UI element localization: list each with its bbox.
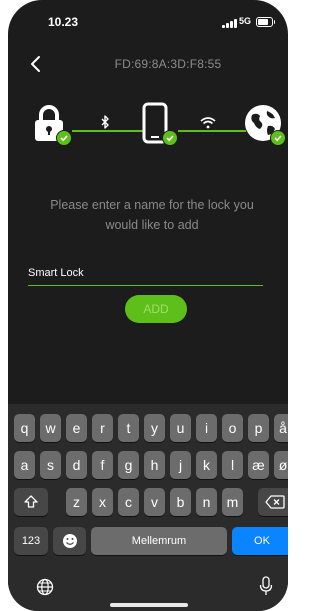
key-u[interactable]: u (170, 414, 191, 442)
numbers-key[interactable]: 123 (14, 527, 48, 555)
key-m[interactable]: m (222, 488, 243, 516)
emoji-key[interactable] (53, 527, 86, 555)
microphone-icon[interactable] (259, 576, 273, 601)
key-y[interactable]: y (144, 414, 165, 442)
name-prompt: Please enter a name for the lock you wou… (50, 198, 254, 232)
check-icon (162, 130, 178, 146)
globe-step (244, 104, 288, 148)
key-g[interactable]: g (118, 451, 139, 479)
key-f[interactable]: f (92, 451, 113, 479)
key-e[interactable]: e (66, 414, 87, 442)
page-title: FD:69:8A:3D:F8:55 (114, 57, 222, 71)
key-aa[interactable]: å (274, 414, 288, 442)
backspace-icon (265, 495, 285, 509)
key-a[interactable]: a (14, 451, 35, 479)
key-t[interactable]: t (118, 414, 139, 442)
check-icon (270, 130, 286, 146)
key-k[interactable]: k (196, 451, 217, 479)
key-oe[interactable]: ø (274, 451, 288, 479)
key-j[interactable]: j (170, 451, 191, 479)
status-bar: 10.23 5G (8, 0, 288, 44)
network-label: 5G (239, 16, 252, 26)
key-c[interactable]: c (118, 488, 139, 516)
key-d[interactable]: d (66, 451, 87, 479)
key-i[interactable]: i (196, 414, 217, 442)
key-w[interactable]: w (40, 414, 61, 442)
wifi-icon (200, 116, 216, 134)
lock-step (34, 104, 72, 146)
key-s[interactable]: s (40, 451, 61, 479)
phone-screen: 10.23 5G FD:69:8A:3D:F8:55 Please enter … (8, 0, 288, 611)
chevron-left-icon (31, 56, 40, 72)
check-icon (56, 130, 72, 146)
key-v[interactable]: v (144, 488, 165, 516)
setup-progress (8, 100, 288, 150)
key-p[interactable]: p (248, 414, 269, 442)
key-r[interactable]: r (92, 414, 113, 442)
phone-step (142, 102, 182, 148)
return-key[interactable]: OK (232, 527, 288, 555)
status-time: 10.23 (48, 15, 79, 29)
space-key[interactable]: Mellemrum (91, 527, 227, 555)
shift-icon (24, 495, 38, 508)
key-x[interactable]: x (92, 488, 113, 516)
emoji-icon (62, 534, 77, 548)
key-ae[interactable]: æ (248, 451, 269, 479)
backspace-key[interactable] (258, 488, 288, 516)
back-button[interactable] (28, 55, 44, 73)
key-z[interactable]: z (66, 488, 87, 516)
battery-icon (256, 17, 275, 27)
signal-icon (222, 19, 238, 28)
key-l[interactable]: l (222, 451, 243, 479)
key-h[interactable]: h (144, 451, 165, 479)
key-q[interactable]: q (14, 414, 35, 442)
lock-name-input[interactable] (28, 261, 263, 286)
key-b[interactable]: b (170, 488, 191, 516)
globe-keyboard-icon[interactable] (36, 578, 54, 601)
home-indicator (110, 603, 188, 607)
key-o[interactable]: o (222, 414, 243, 442)
shift-key[interactable] (14, 488, 48, 516)
add-button[interactable]: ADD (125, 295, 187, 323)
keyboard: q w e r t y u i o p å a s d f g h j k l … (8, 404, 288, 611)
key-n[interactable]: n (196, 488, 217, 516)
bluetooth-icon (100, 115, 110, 134)
